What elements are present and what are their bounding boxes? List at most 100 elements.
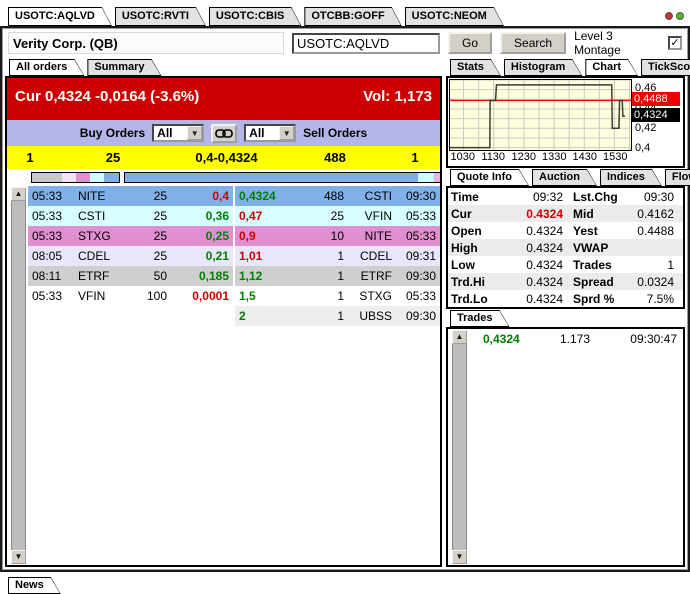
market-maker: CDEL [359,249,392,263]
buy-filter-dropdown[interactable]: All ▼ [152,124,205,142]
chart-x-axis: 1030 1130 1230 1330 1430 1530 [449,151,632,165]
sell-order-row[interactable]: 0,9 10 NITE 05:33 [235,226,440,246]
buy-order-row[interactable]: 05:33 NITE 25 0,4 [28,186,233,206]
tab-summary[interactable]: Summary [87,59,161,76]
market-maker: NITE [364,229,392,243]
search-button[interactable]: Search [500,32,567,54]
tab-tab-body: TickScope [642,60,690,75]
quote-label: Lst.Chg [573,189,618,204]
scrollbar-track[interactable] [11,201,26,550]
quote-value: 0.4162 [637,206,674,221]
order-size: 1 [337,309,344,323]
tab-tab-label: USOTC:RVTI [121,10,189,22]
tab-usotc-aqlvd[interactable]: USOTC:AQLVD [8,7,112,26]
header-bar: Verity Corp. (QB) Go Search Level 3 Mont… [2,28,688,58]
tab-flow[interactable]: Flow [665,169,690,186]
depth-segment [89,173,105,182]
sell-order-row[interactable]: 0,47 25 VFIN 05:33 [235,206,440,226]
tab-indices[interactable]: Indices [600,169,662,186]
tab-tab-body: USOTC:NEOM [406,8,503,25]
info-panel: StatsHistogramChartTickScope 0,460,440,4… [446,58,685,567]
market-maker: CSTI [364,189,392,203]
sell-order-row[interactable]: 1,01 1 CDEL 09:31 [235,246,440,266]
scroll-up-icon[interactable]: ▲ [11,187,26,201]
quote-label: Open [451,223,482,238]
sell-order-row[interactable]: 1,12 1 ETRF 09:30 [235,266,440,286]
chevron-down-icon[interactable]: ▼ [279,126,295,140]
quote-label: Trades [573,257,612,272]
tab-tab-label: USOTC:AQLVD [15,10,95,22]
sell-order-row[interactable]: 2 1 UBSS 09:30 [235,306,440,326]
tab-tab-body: Auction [533,170,596,185]
scroll-down-icon[interactable]: ▼ [11,550,26,564]
buy-order-row[interactable]: 05:33 CSTI 25 0,36 [28,206,233,226]
tab-tab-body: Flow [666,170,690,185]
scrollbar-track[interactable] [452,344,467,550]
tab-tab-label: Summary [94,61,145,73]
order-size: 25 [153,189,167,203]
tab-all-orders[interactable]: All orders [9,59,84,76]
tab-usotc-rvti[interactable]: USOTC:RVTI [115,7,206,26]
quote-row: Low 0.4324 Trades 1 [448,256,683,273]
level3-montage-checkbox[interactable]: ✓ [668,36,682,50]
quote-value: 0.4324 [526,291,563,306]
order-time: 05:33 [405,289,436,303]
order-time: 05:33 [32,189,63,203]
buy-order-row[interactable]: 08:11 ETRF 50 0,185 [28,266,233,286]
tab-tab-body: USOTC:AQLVD [9,8,111,25]
tab-tab-body: Quote Info [451,170,528,185]
link-filters-button[interactable] [211,123,238,143]
quote-row: Cur 0.4324 Mid 0.4162 [448,205,683,222]
orderbook-scrollbar[interactable]: ▲ ▼ [11,187,26,564]
buy-order-row[interactable]: 08:05 CDEL 25 0,21 [28,246,233,266]
volume-text: Vol: 1,173 [363,87,432,105]
symbol-input[interactable] [292,32,441,54]
ref-price-marker: 0,4488 [632,92,680,107]
sell-orders-label: Sell Orders [303,126,368,140]
chevron-down-icon[interactable]: ▼ [187,126,203,140]
level3-montage-window: USOTC:AQLVD USOTC:RVTI USOTC:CBIS OTCBB:GOF… [0,0,690,594]
red-led-icon [665,12,673,20]
tab-news[interactable]: News [8,577,61,594]
tab-quote-info[interactable]: Quote Info [450,169,529,186]
tab-tickscope[interactable]: TickScope [641,59,690,76]
symbol-tab-strip: USOTC:AQLVD USOTC:RVTI USOTC:CBIS OTCBB:GOF… [0,0,690,26]
tab-tab-body: OTCBB:GOFF [305,8,400,25]
chart-y-axis: 0,460,440,420,40,44880,4324 [632,79,682,154]
order-time: 05:33 [32,289,63,303]
status-leds [665,12,684,26]
tab-tab-body: All orders [10,60,83,75]
scroll-up-icon[interactable]: ▲ [452,330,467,344]
y-tick-label: 0,4 [635,141,651,154]
tab-histogram[interactable]: Histogram [504,59,582,76]
tab-usotc-neom[interactable]: USOTC:NEOM [405,7,504,26]
tab-otcbb-goff[interactable]: OTCBB:GOFF [304,7,401,26]
sell-order-row[interactable]: 0,4324 488 CSTI 09:30 [235,186,440,206]
tab-auction[interactable]: Auction [532,169,597,186]
tab-stats[interactable]: Stats [450,59,501,76]
tab-tab-body: USOTC:CBIS [210,8,300,25]
go-button[interactable]: Go [448,32,493,54]
buy-order-row[interactable]: 05:33 VFIN 100 0,0001 [28,286,233,306]
tab-tab-label: Trades [457,312,493,324]
tab-tab-body: Histogram [505,60,581,75]
buy-order-row[interactable]: 05:33 STXG 25 0,25 [28,226,233,246]
market-maker: ETRF [360,269,392,283]
market-maker: VFIN [78,289,106,303]
x-tick-label: 1230 [511,151,536,163]
trades-scrollbar[interactable]: ▲ ▼ [452,330,467,564]
tab-trades[interactable]: Trades [450,310,509,327]
order-price: 1,5 [239,289,256,303]
price-chart: 0,460,440,420,40,44880,4324 103011301230… [446,76,685,168]
tab-chart[interactable]: Chart [585,59,638,76]
quote-row: Time 09:32 Lst.Chg 09:30 [448,188,683,205]
tab-usotc-cbis[interactable]: USOTC:CBIS [209,7,301,26]
order-price: 0,4 [212,189,229,203]
trade-price: 0,4324 [483,332,520,346]
scroll-down-icon[interactable]: ▼ [452,550,467,564]
quote-label: Sprd % [573,291,615,306]
sell-filter-dropdown[interactable]: All ▼ [244,124,297,142]
buy-order-list: 05:33 NITE 25 0,4 05:33 CSTI 25 0,36 05:33 STXG 25… [28,186,233,565]
quote-label: Trd.Hi [451,274,486,289]
sell-order-row[interactable]: 1,5 1 STXG 05:33 [235,286,440,306]
